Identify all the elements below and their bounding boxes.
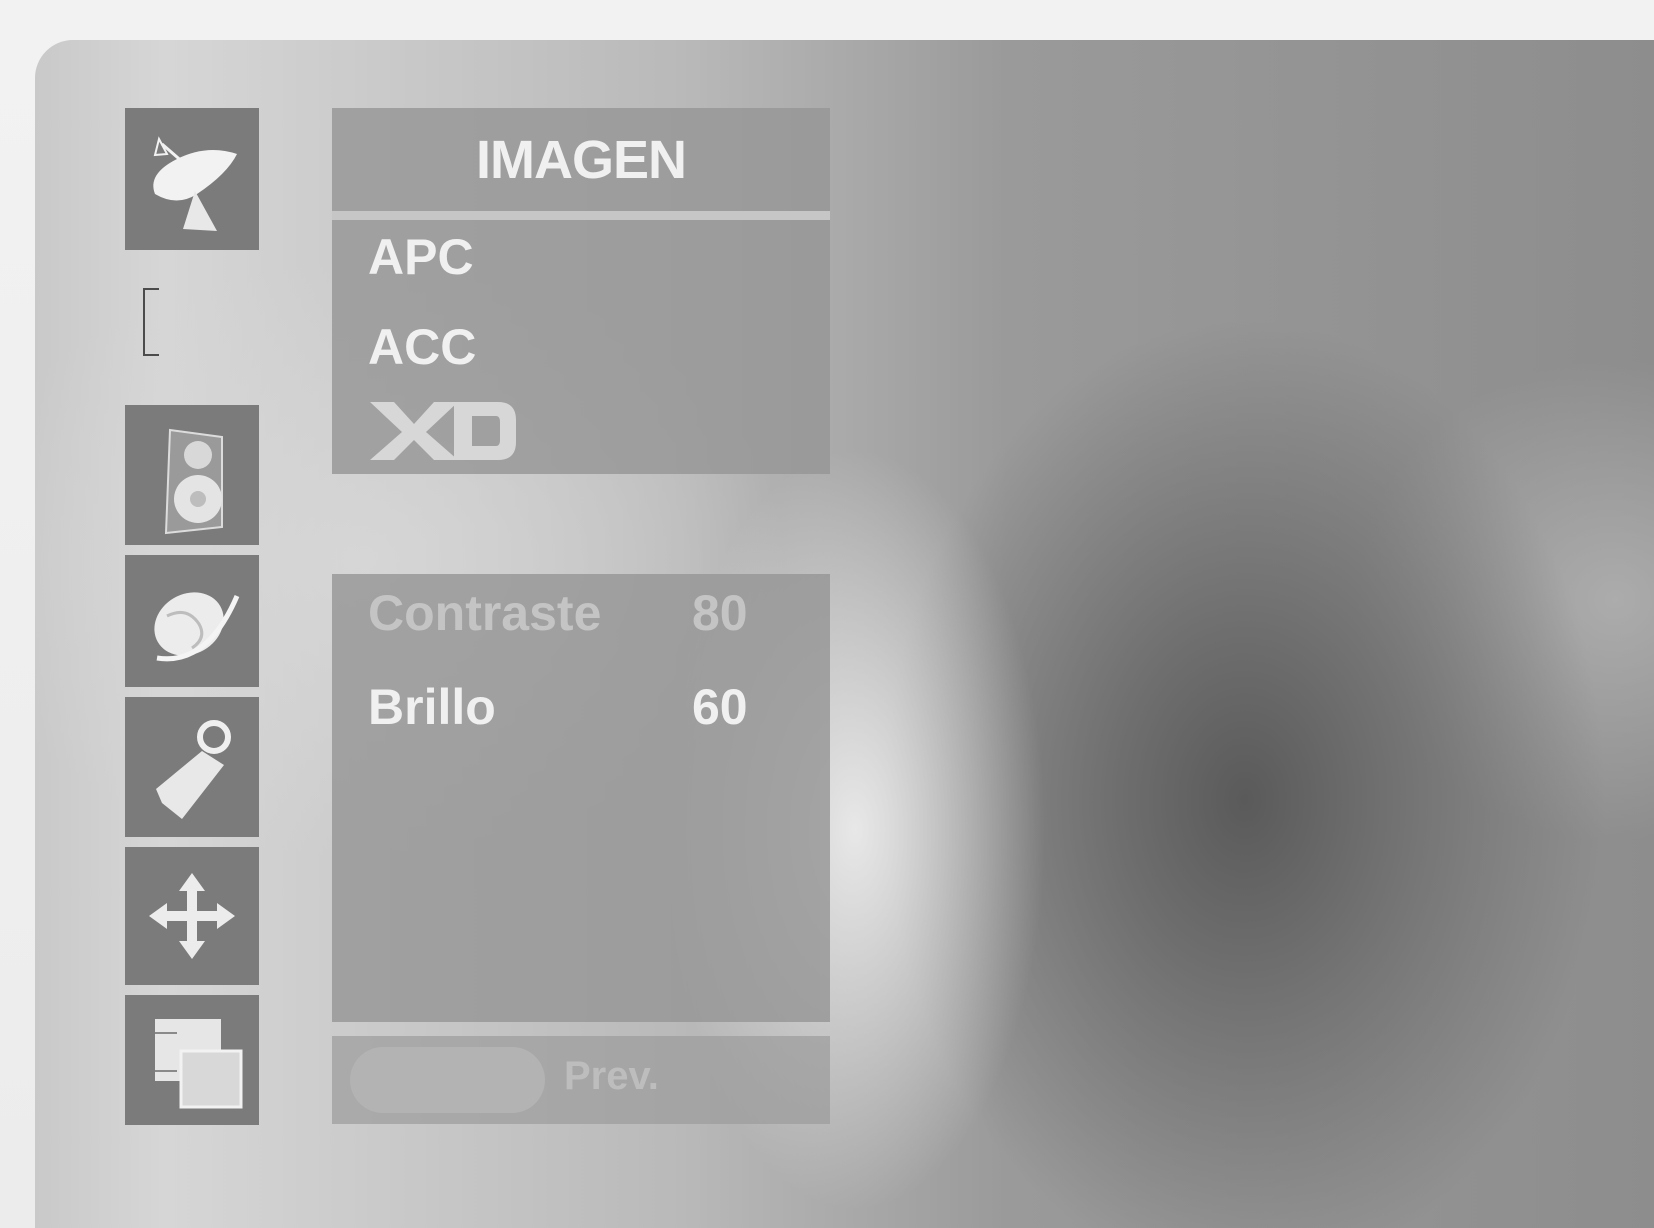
footer-bar: Prev. <box>332 1036 830 1124</box>
channel-bracket-marker <box>143 288 159 356</box>
prev-button-pill[interactable] <box>350 1047 545 1113</box>
prev-label[interactable]: Prev. <box>564 1054 659 1099</box>
sidebar-item-special[interactable] <box>125 697 259 837</box>
sidebar-item-screen[interactable] <box>125 847 259 985</box>
submenu-panel: Contraste 80 Brillo 60 <box>332 574 830 1022</box>
menu-item-xd[interactable] <box>368 396 528 476</box>
page-title: IMAGEN <box>476 129 687 190</box>
menu-item-apc[interactable]: APC <box>368 228 474 286</box>
speaker-icon <box>164 428 223 535</box>
sidebar-item-audio[interactable] <box>125 405 259 545</box>
key-tag-icon <box>156 720 231 819</box>
menu-title-bar: IMAGEN <box>332 108 830 211</box>
osd-screen: IMAGEN APC ACC Contraste 80 Brillo 60 Pr… <box>35 40 1654 1228</box>
move-arrows-icon <box>149 873 235 959</box>
globe-icon <box>154 592 240 662</box>
windows-icon <box>155 1019 243 1109</box>
sidebar-item-channel[interactable] <box>125 108 259 250</box>
brillo-value: 60 <box>692 679 748 735</box>
xd-logo <box>370 402 516 460</box>
title-divider <box>332 211 830 220</box>
menu-list: APC ACC <box>332 220 830 474</box>
menu-item-acc[interactable]: ACC <box>368 318 476 376</box>
satellite-dish-icon <box>153 136 237 231</box>
sidebar-item-picture[interactable] <box>125 555 259 687</box>
contraste-label[interactable]: Contraste <box>368 584 601 642</box>
contraste-value: 80 <box>692 585 748 641</box>
brillo-label[interactable]: Brillo <box>368 678 496 736</box>
sidebar-item-pip[interactable] <box>125 995 259 1125</box>
